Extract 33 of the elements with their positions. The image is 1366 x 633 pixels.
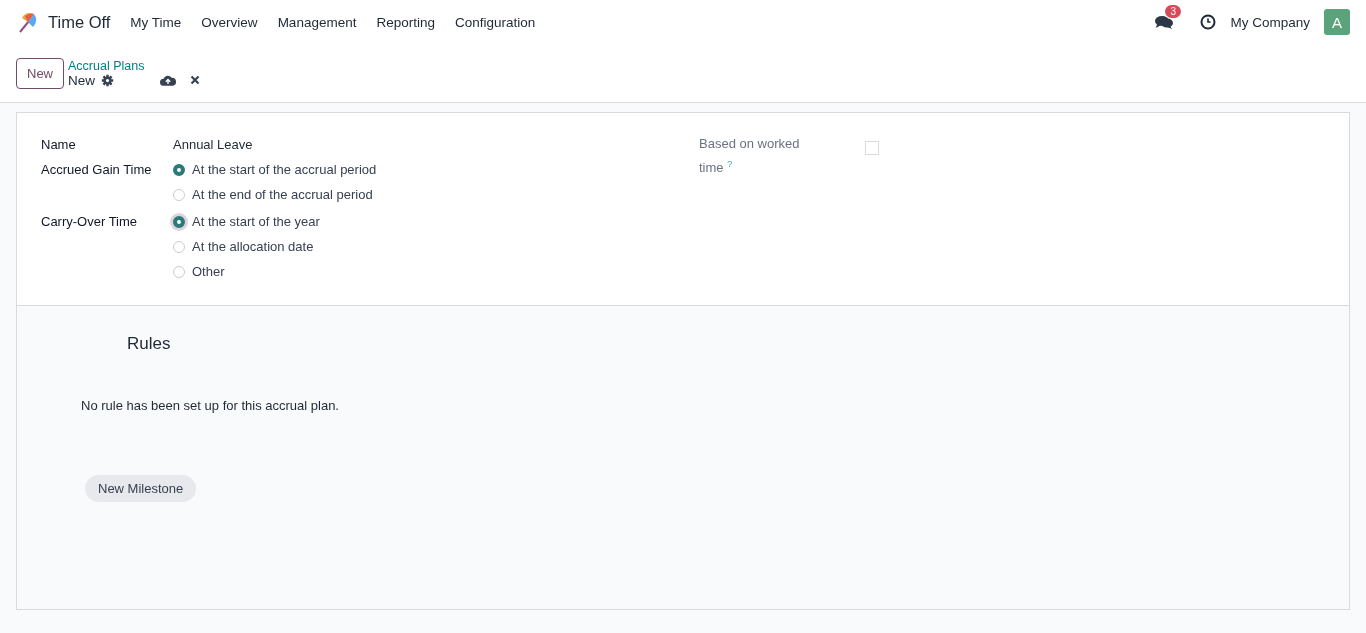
company-switcher[interactable]: My Company xyxy=(1230,14,1310,30)
menu-item[interactable]: My Time xyxy=(130,14,182,30)
cloud-upload-icon[interactable] xyxy=(160,73,177,87)
chat-icon[interactable] xyxy=(1154,14,1175,30)
radio-label[interactable]: Other xyxy=(192,264,225,279)
field-label: Carry-Over Time xyxy=(41,214,139,231)
clock-icon[interactable] xyxy=(1200,14,1217,30)
discard-icon[interactable] xyxy=(190,75,201,85)
new-button[interactable]: New xyxy=(16,57,64,89)
new-milestone-button[interactable]: New Milestone xyxy=(85,475,197,502)
checkbox[interactable] xyxy=(865,141,879,155)
field-label: Name xyxy=(41,137,77,152)
field-label: Accrued Gain Time xyxy=(41,162,153,179)
radio-button[interactable] xyxy=(173,215,185,228)
record-title: New xyxy=(68,72,96,88)
menu-item[interactable]: Overview xyxy=(201,14,258,30)
app-name[interactable]: Time Off xyxy=(48,12,111,32)
menu-item[interactable]: Reporting xyxy=(376,14,435,30)
radio-button[interactable] xyxy=(173,163,185,176)
radio-label[interactable]: At the start of the accrual period xyxy=(192,162,377,177)
field-label: Based on worked xyxy=(699,135,801,153)
breadcrumb-link[interactable]: Accrual Plans xyxy=(68,58,201,73)
section-title: Rules xyxy=(127,334,172,354)
radio-label[interactable]: At the start of the year xyxy=(192,214,320,229)
gear-icon[interactable] xyxy=(101,73,115,87)
menu-item[interactable]: Configuration xyxy=(455,14,536,30)
message-count-badge: 3 xyxy=(1165,5,1182,18)
field-label: time xyxy=(699,160,724,176)
radio-label[interactable]: At the end of the accrual period xyxy=(192,187,373,202)
radio-label[interactable]: At the allocation date xyxy=(192,239,314,254)
name-field[interactable]: Annual Leave xyxy=(173,137,253,152)
menu-item[interactable]: Management xyxy=(277,14,357,30)
empty-message: No rule has been set up for this accrual plan. xyxy=(81,398,340,413)
